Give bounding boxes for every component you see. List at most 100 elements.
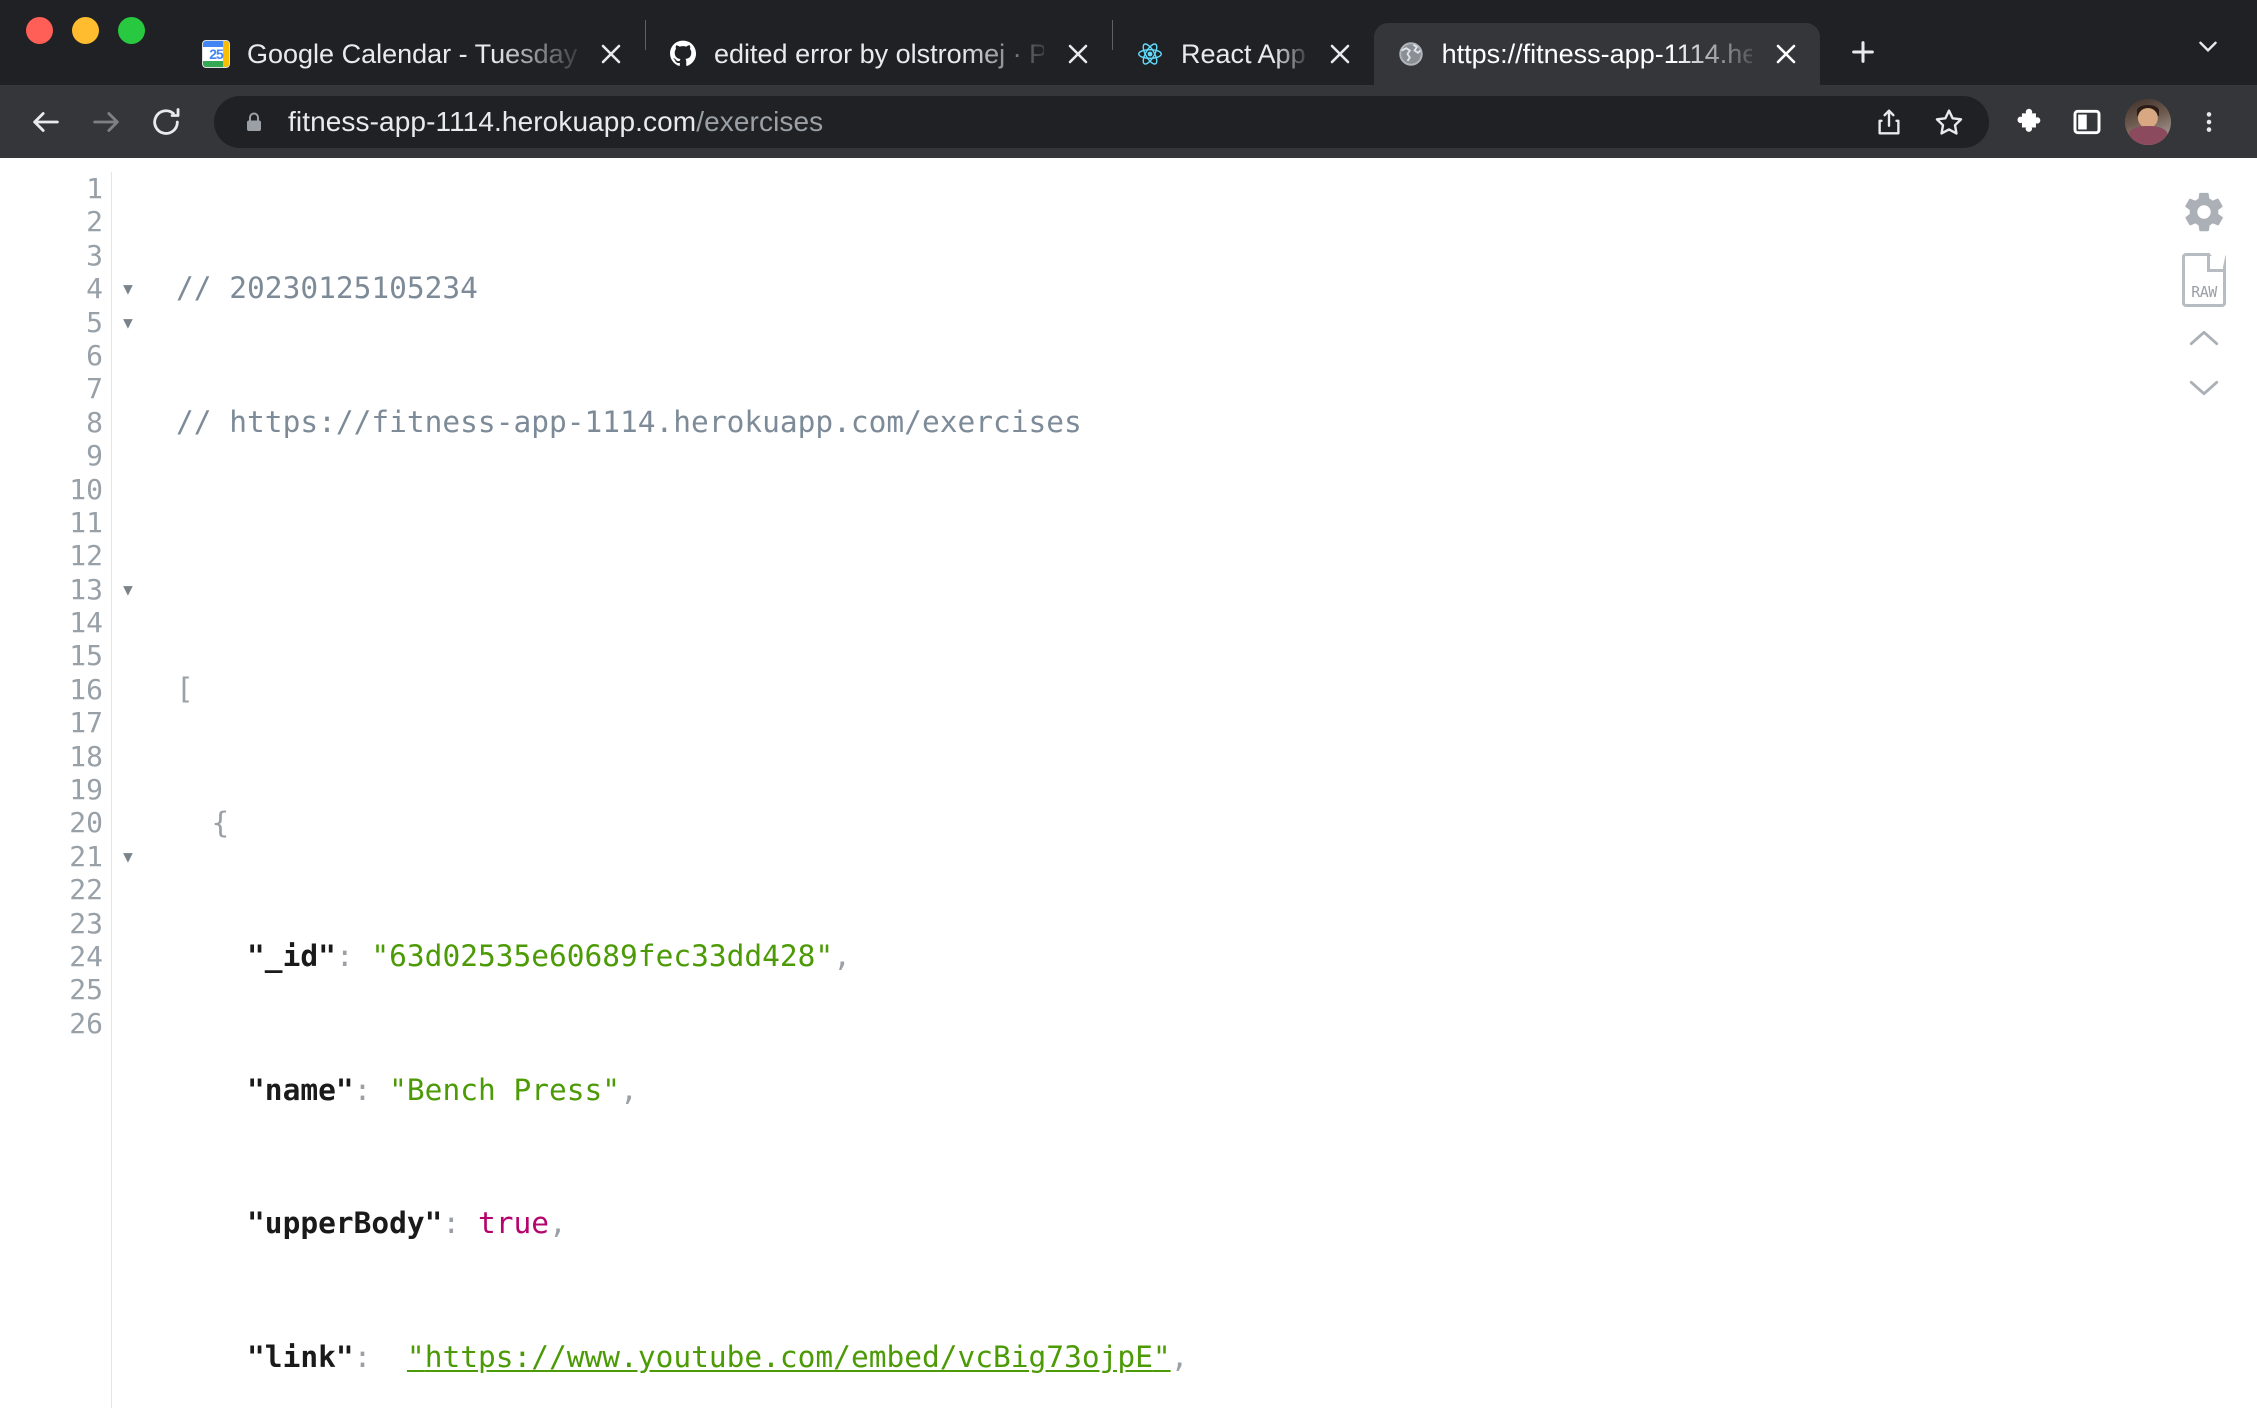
close-window-button[interactable] bbox=[26, 17, 53, 44]
json-code: // 20230125105234 // https://fitness-app… bbox=[158, 172, 2257, 1408]
line-number: 11 bbox=[69, 505, 103, 539]
code-line: "link": "https://www.youtube.com/embed/v… bbox=[247, 1340, 1189, 1375]
line-number: 23 bbox=[69, 906, 103, 940]
gear-icon[interactable] bbox=[2172, 180, 2236, 244]
tab-title: Google Calendar - Tuesday, F bbox=[247, 38, 577, 69]
tab-strip-right-controls bbox=[2185, 23, 2231, 69]
line-number: 19 bbox=[69, 773, 103, 807]
browser-toolbar: fitness-app-1114.herokuapp.com/exercises bbox=[0, 85, 2257, 158]
three-dot-menu-icon[interactable] bbox=[2183, 96, 2235, 148]
line-number: 16 bbox=[69, 672, 103, 706]
code-line: [ bbox=[176, 672, 2257, 707]
line-number: 14 bbox=[69, 606, 103, 640]
close-tab-button[interactable] bbox=[1322, 36, 1358, 72]
code-line: // 20230125105234 bbox=[176, 272, 2257, 305]
line-number: 10 bbox=[69, 472, 103, 506]
scroll-up-button[interactable] bbox=[2174, 316, 2234, 360]
tab-title: edited error by olstromej · Pul bbox=[714, 38, 1044, 69]
code-line: { bbox=[176, 805, 2257, 840]
json-value-id: "63d02535e60689fec33dd428" bbox=[371, 939, 834, 974]
line-number: 2 bbox=[86, 205, 103, 239]
minimize-window-button[interactable] bbox=[72, 17, 99, 44]
fold-toggle-icon[interactable]: ▼ bbox=[115, 306, 141, 339]
reload-icon[interactable] bbox=[138, 94, 194, 150]
raw-view-button[interactable]: RAW bbox=[2176, 250, 2232, 310]
line-number: 7 bbox=[86, 372, 103, 406]
line-number: 4 ▼ bbox=[0, 272, 133, 305]
tab-title: React App bbox=[1181, 38, 1306, 69]
timestamp-comment: // 20230125105234 bbox=[176, 271, 478, 306]
line-number: 13 ▼ bbox=[0, 573, 133, 606]
forward-arrow-icon[interactable] bbox=[78, 94, 134, 150]
url-path: /exercises bbox=[696, 105, 824, 137]
array-open-bracket: [ bbox=[176, 672, 194, 707]
address-bar[interactable]: fitness-app-1114.herokuapp.com/exercises bbox=[214, 95, 1989, 148]
line-number: 6 bbox=[86, 338, 103, 372]
tab-title: https://fitness-app-1114.herok bbox=[1441, 38, 1752, 69]
window-traffic-lights bbox=[26, 0, 145, 85]
back-arrow-icon[interactable] bbox=[18, 94, 74, 150]
json-key: "_id" bbox=[247, 939, 336, 974]
globe-icon bbox=[1396, 39, 1426, 69]
line-number: 8 bbox=[86, 405, 103, 439]
browser-window: 25 Google Calendar - Tuesday, F edited e… bbox=[0, 0, 2257, 1408]
github-icon bbox=[668, 39, 698, 69]
maximize-window-button[interactable] bbox=[118, 17, 145, 44]
close-tab-button[interactable] bbox=[1060, 36, 1096, 72]
code-line: "_id": "63d02535e60689fec33dd428", bbox=[247, 939, 851, 974]
scroll-down-button[interactable] bbox=[2174, 366, 2234, 410]
line-number: 25 bbox=[69, 973, 103, 1007]
json-key: "link" bbox=[247, 1340, 354, 1375]
tab-google-calendar[interactable]: 25 Google Calendar - Tuesday, F bbox=[179, 23, 645, 85]
line-number: 24 bbox=[69, 939, 103, 973]
tab-list: 25 Google Calendar - Tuesday, F edited e… bbox=[179, 0, 1888, 85]
react-icon bbox=[1135, 39, 1165, 69]
line-number: 9 bbox=[86, 439, 103, 473]
line-number: 17 bbox=[69, 706, 103, 740]
line-number: 1 bbox=[86, 172, 103, 205]
json-key: "upperBody" bbox=[247, 1206, 443, 1241]
share-icon[interactable] bbox=[1863, 96, 1915, 148]
json-key: "name" bbox=[247, 1072, 354, 1107]
omnibox-actions bbox=[1863, 96, 1975, 148]
line-number: 21 ▼ bbox=[0, 840, 133, 873]
code-line: "upperBody": true, bbox=[247, 1206, 567, 1241]
google-calendar-icon: 25 bbox=[201, 39, 231, 69]
url-domain: fitness-app-1114.herokuapp.com bbox=[288, 105, 697, 137]
tab-strip: 25 Google Calendar - Tuesday, F edited e… bbox=[0, 0, 2257, 85]
line-number: 3 bbox=[86, 238, 103, 272]
close-tab-button[interactable] bbox=[593, 36, 629, 72]
url-text: fitness-app-1114.herokuapp.com/exercises bbox=[288, 106, 823, 138]
calendar-day-number: 25 bbox=[209, 46, 224, 62]
line-number: 15 bbox=[69, 639, 103, 673]
puzzle-icon[interactable] bbox=[2005, 96, 2057, 148]
code-line: // https://fitness-app-1114.herokuapp.co… bbox=[176, 404, 2257, 439]
fold-toggle-icon[interactable]: ▼ bbox=[115, 272, 141, 305]
line-number-gutter: 1 2 3 4 ▼ 5 ▼ 6 7 8 9 10 11 12 13 ▼ 14 15 1… bbox=[0, 172, 133, 1408]
json-viewer: 1 2 3 4 ▼ 5 ▼ 6 7 8 9 10 11 12 13 ▼ 14 15 1… bbox=[0, 158, 2257, 1408]
line-number: 5 ▼ bbox=[0, 306, 133, 339]
side-panel-icon[interactable] bbox=[2061, 96, 2113, 148]
json-value-link[interactable]: "https://www.youtube.com/embed/vcBig73oj… bbox=[407, 1340, 1171, 1374]
code-line: "name": "Bench Press", bbox=[247, 1072, 638, 1107]
source-url-comment: // https://fitness-app-1114.herokuapp.co… bbox=[176, 404, 1082, 439]
line-number: 12 bbox=[69, 539, 103, 573]
close-tab-button[interactable] bbox=[1768, 36, 1804, 72]
tab-search-chevron-icon[interactable] bbox=[2185, 23, 2231, 69]
line-number: 18 bbox=[69, 739, 103, 773]
fold-toggle-icon[interactable]: ▼ bbox=[115, 573, 141, 606]
json-value-name: "Bench Press" bbox=[389, 1072, 621, 1107]
tab-github-pull-request[interactable]: edited error by olstromej · Pul bbox=[646, 23, 1112, 85]
tab-fitness-app[interactable]: https://fitness-app-1114.herok bbox=[1373, 23, 1820, 85]
fold-toggle-icon[interactable]: ▼ bbox=[115, 840, 141, 873]
lock-icon bbox=[240, 108, 268, 136]
viewer-side-tools: RAW bbox=[2151, 158, 2257, 1408]
avatar[interactable] bbox=[2125, 98, 2171, 145]
tab-react-app[interactable]: React App bbox=[1113, 23, 1374, 85]
star-icon[interactable] bbox=[1923, 96, 1975, 148]
line-number: 20 bbox=[69, 806, 103, 840]
object-open-brace: { bbox=[211, 805, 230, 840]
new-tab-button[interactable] bbox=[1838, 27, 1888, 77]
page-content: 1 2 3 4 ▼ 5 ▼ 6 7 8 9 10 11 12 13 ▼ 14 15 1… bbox=[0, 158, 2257, 1408]
